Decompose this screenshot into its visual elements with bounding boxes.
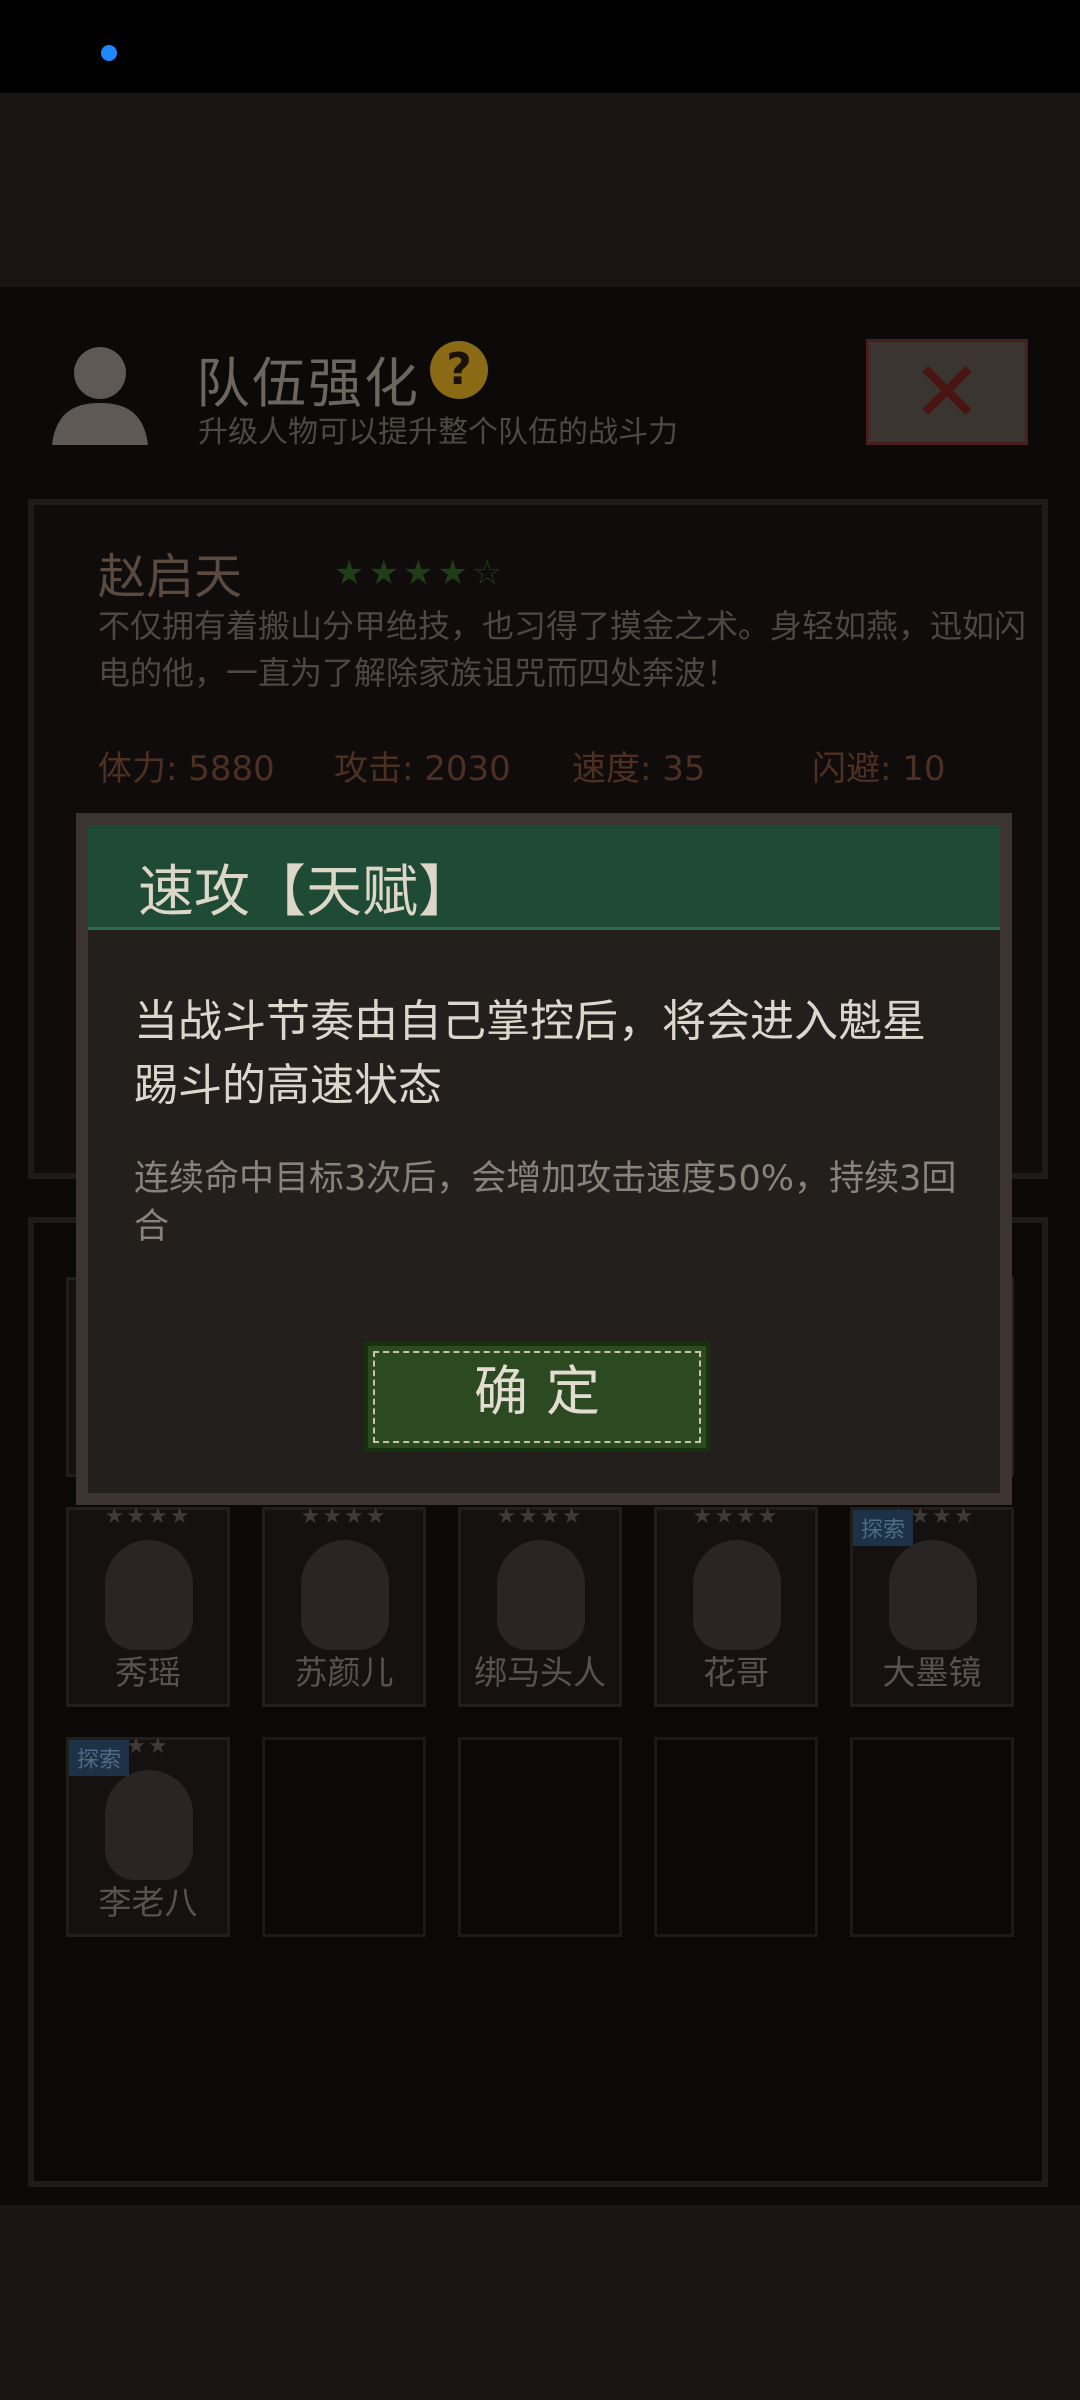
page-subtitle: 升级人物可以提升整个队伍的战斗力 <box>198 415 678 450</box>
hero-name: 赵启天 <box>98 549 243 605</box>
explore-badge: 探索 <box>69 1740 130 1776</box>
stat-attack: 攻击: 2030 <box>334 749 511 789</box>
bottom-letterbox <box>0 2205 1080 2400</box>
talent-summary: 当战斗节奏由自己掌控后，将会进入魁星踢斗的高速状态 <box>134 996 926 1111</box>
character-name: 大墨镜 <box>882 1653 982 1692</box>
top-letterbox <box>0 93 1080 287</box>
talent-dialog-header: 速攻【天赋】 <box>88 825 1000 930</box>
character-card[interactable]: ★★★★ 苏颜儿 <box>262 1504 426 1707</box>
character-portrait <box>497 1540 585 1650</box>
confirm-button[interactable]: 确定 <box>364 1342 710 1452</box>
stat-stamina: 体力: 5880 <box>98 749 275 789</box>
character-portrait <box>105 1540 193 1650</box>
character-name: 秀瑶 <box>115 1653 181 1692</box>
character-portrait <box>889 1540 977 1650</box>
confirm-button-label: 确定 <box>474 1360 618 1423</box>
player-avatar-icon <box>48 337 152 447</box>
character-card[interactable]: ★★★★ 花哥 <box>654 1504 818 1707</box>
help-icon[interactable]: ? <box>430 341 488 399</box>
talent-dialog: 速攻【天赋】 当战斗节奏由自己掌控后，将会进入魁星踢斗的高速状态 连续命中目标3… <box>76 813 1012 1505</box>
character-card[interactable]: ★★ 探索 李老八 <box>66 1734 230 1937</box>
character-card[interactable]: ★★★★ 探索 大墨镜 <box>850 1504 1014 1707</box>
character-card[interactable]: ★★★★ 绑马头人 <box>458 1504 622 1707</box>
hero-description: 不仅拥有着搬山分甲绝技，也习得了摸金之术。身轻如燕，迅如闪电的他，一直为了解除家… <box>98 607 1027 692</box>
character-portrait <box>105 1770 193 1880</box>
character-portrait <box>301 1540 389 1650</box>
character-stars: ★★★★ <box>692 1504 780 1529</box>
hero-rating-stars: ★★★★☆ <box>334 553 507 593</box>
character-stars: ★★★★ <box>104 1504 192 1529</box>
empty-character-slot <box>262 1737 426 1937</box>
close-icon: ✕ <box>911 343 983 441</box>
character-portrait <box>693 1540 781 1650</box>
stat-speed: 速度: 35 <box>572 749 706 789</box>
empty-character-slot <box>458 1737 622 1937</box>
talent-detail: 连续命中目标3次后，会增加攻击速度50%，持续3回合 <box>134 1159 957 1247</box>
empty-character-slot <box>850 1737 1014 1937</box>
explore-badge: 探索 <box>853 1510 914 1546</box>
status-bar <box>0 0 1080 93</box>
character-name: 苏颜儿 <box>294 1653 394 1692</box>
character-name: 花哥 <box>703 1653 769 1692</box>
character-name: 李老八 <box>98 1883 198 1922</box>
character-stars: ★★★★ <box>300 1504 388 1529</box>
character-stars: ★★★★ <box>496 1504 584 1529</box>
talent-dialog-title: 速攻【天赋】 <box>138 860 474 925</box>
stat-dodge: 闪避: 10 <box>812 749 946 789</box>
empty-character-slot <box>654 1737 818 1937</box>
character-card[interactable]: ★★★★ 秀瑶 <box>66 1504 230 1707</box>
notification-dot-icon <box>101 45 117 61</box>
close-button[interactable]: ✕ <box>866 339 1028 445</box>
character-name: 绑马头人 <box>474 1653 606 1692</box>
talent-dialog-body: 速攻【天赋】 当战斗节奏由自己掌控后，将会进入魁星踢斗的高速状态 连续命中目标3… <box>88 825 1000 1493</box>
